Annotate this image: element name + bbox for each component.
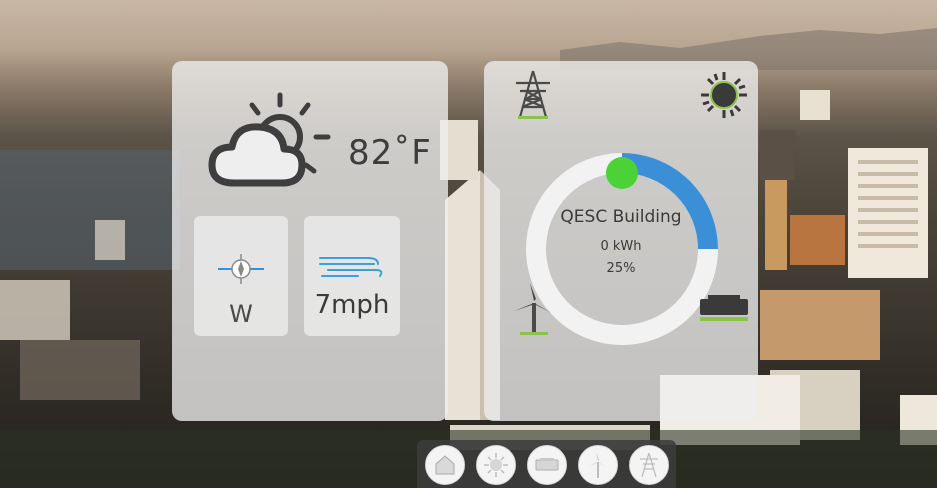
- home-icon: [435, 455, 455, 475]
- dock-battery-button[interactable]: [527, 445, 567, 485]
- wind-direction-value: W: [229, 300, 253, 328]
- wind-turbine-icon: [589, 452, 606, 478]
- battery-icon: [535, 458, 559, 471]
- dock-solar-button[interactable]: [476, 445, 516, 485]
- partly-cloudy-icon: [208, 92, 331, 187]
- bottom-dock: [417, 440, 676, 488]
- power-tower-icon: [640, 452, 658, 478]
- dock-wind-button[interactable]: [578, 445, 618, 485]
- power-tower-icon[interactable]: [512, 69, 554, 119]
- building-name: QESC Building: [560, 207, 682, 227]
- energy-panel: QESC Building 0 kWh 25%: [484, 61, 758, 421]
- wind-direction-card: W: [194, 216, 288, 336]
- battery-icon[interactable]: [698, 295, 750, 325]
- compass-icon: [218, 254, 264, 284]
- wind-icon: [319, 257, 383, 277]
- wind-speed-value: 7mph: [314, 290, 390, 320]
- wind-turbine-icon[interactable]: [512, 283, 556, 335]
- dock-home-button[interactable]: [425, 445, 465, 485]
- weather-panel: 82˚F W 7mph: [172, 61, 448, 421]
- sun-icon: [484, 453, 508, 477]
- dock-grid-button[interactable]: [629, 445, 669, 485]
- wind-speed-card: 7mph: [304, 216, 400, 336]
- energy-value: 0 kWh: [600, 239, 642, 254]
- status-indicator: [606, 157, 638, 189]
- energy-percent: 25%: [606, 261, 636, 276]
- city-background: [0, 28, 937, 488]
- temperature-readout: 82˚F: [348, 133, 432, 173]
- sun-icon[interactable]: [700, 71, 748, 119]
